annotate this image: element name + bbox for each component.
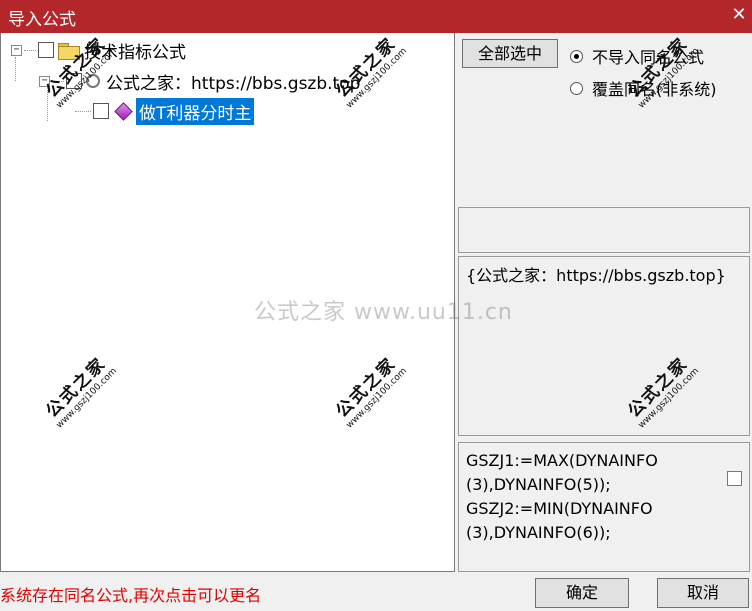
radio-button[interactable] bbox=[570, 81, 583, 95]
code-line: (3),DYNAINFO(5)); bbox=[466, 475, 611, 494]
root-checkbox[interactable] bbox=[38, 42, 54, 58]
tree-connector bbox=[24, 49, 36, 51]
ok-button[interactable]: 确定 bbox=[535, 578, 629, 608]
tree-node-label: 公式之家：https://bbs.gszb.top bbox=[106, 73, 361, 94]
status-message: 系统存在同名公式,再次点击可以更名 bbox=[0, 586, 262, 605]
select-all-button[interactable]: 全部选中 bbox=[462, 39, 558, 68]
formula-code: GSZJ1:=MAX(DYNAINFO (3),DYNAINFO(5)); GS… bbox=[466, 449, 716, 545]
close-icon[interactable]: ✕ bbox=[726, 0, 752, 33]
code-checkbox[interactable] bbox=[727, 471, 742, 486]
tree-node-label[interactable]: 做T利器分时主 bbox=[136, 97, 255, 125]
formula-gem-icon bbox=[114, 101, 133, 121]
watermark-text: 公式之家 www.uu11.cn bbox=[254, 300, 513, 325]
collapse-icon[interactable]: − bbox=[11, 44, 22, 56]
title-bar: 导入公式 ✕ bbox=[0, 0, 752, 33]
radio-button[interactable] bbox=[570, 49, 583, 63]
tree-connector bbox=[75, 110, 91, 112]
item-checkbox[interactable] bbox=[93, 103, 109, 119]
name-field-box[interactable] bbox=[458, 207, 750, 253]
code-line: GSZJ1:=MAX(DYNAINFO bbox=[466, 451, 658, 470]
formula-code-box[interactable]: GSZJ1:=MAX(DYNAINFO (3),DYNAINFO(5)); GS… bbox=[458, 442, 750, 572]
formula-description: {公式之家：https://bbs.gszb.top} bbox=[466, 266, 726, 285]
formula-description-box: {公式之家：https://bbs.gszb.top} bbox=[458, 256, 750, 436]
code-line: GSZJ2:=MIN(DYNAINFO bbox=[466, 499, 653, 518]
code-line: (3),DYNAINFO(6)); bbox=[466, 523, 611, 542]
cancel-button[interactable]: 取消 bbox=[657, 578, 749, 608]
tree-node-item[interactable]: 做T利器分时主 bbox=[73, 97, 255, 125]
window-title: 导入公式 bbox=[8, 10, 76, 30]
